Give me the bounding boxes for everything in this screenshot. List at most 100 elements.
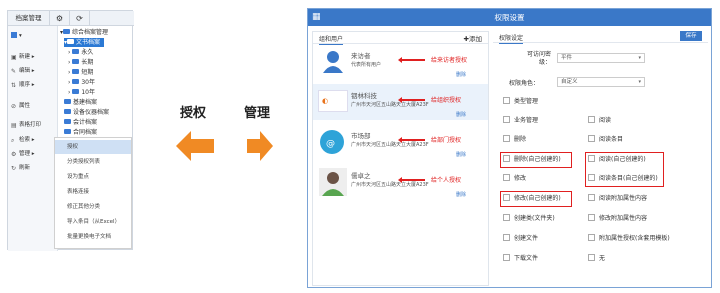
tree-node[interactable]: 设备仪器档案 [64,108,109,117]
checkbox-icon [503,135,510,142]
perm-checkbox[interactable]: 类型管理 [503,97,538,107]
tab-archive-management[interactable]: 档案管理 [8,11,50,26]
folder-icon [67,39,75,44]
manage-label: 管理 [19,151,31,157]
tree-node-label: 综合档案管理 [72,29,109,36]
perm-label: 下载文件 [514,255,539,262]
permission-settings-panel: 权限设定 保存 可访问密级： 平件 ▾ 权限角色： 自定义 ▾ 类型管理 业务管理 … [493,31,708,286]
menu-item-table-link[interactable]: 表格连接 [55,185,131,199]
add-button[interactable]: ✚添加 [464,33,482,43]
role-select[interactable]: 自定义 ▾ [557,77,645,87]
search-button[interactable]: ⌕ 检索 ▸ [11,135,57,146]
checkbox-icon [503,214,510,221]
perm-label: 阅读 [599,117,612,124]
checkbox-icon [588,135,595,142]
sort-button[interactable]: ⇅ 顺序 ▸ [11,80,57,91]
checkbox-icon [588,194,595,201]
manage-icon: ⚙ [11,151,17,158]
tree-node[interactable]: › 永久 [68,48,93,57]
perm-label: 创建文件 [514,235,539,242]
delete-link[interactable]: 删除 [456,151,466,158]
tree-node[interactable]: 合同档案 [64,128,97,137]
sync-icon[interactable]: ⟳ [70,11,90,26]
delete-link[interactable]: 删除 [456,111,466,118]
menu-item-batch-replace[interactable]: 批量更换电子文档 [55,230,131,244]
left-panel-tabs: 档案管理 ⚙ ⟳ [8,11,134,26]
perm-checkbox[interactable]: 创建文件 [503,234,538,244]
entry-desc: 广州市天河区五山路天立大厦A23F [351,142,429,148]
tree-node[interactable]: 会计档案 [64,118,97,127]
perm-checkbox[interactable]: 阅读附加属性内容 [588,194,647,204]
perm-checkbox[interactable]: 创建类(文件夹) [503,214,555,224]
print-button[interactable]: ▤ 表格打印 [11,120,57,131]
chevron-down-icon: ▾ [638,55,641,61]
perm-checkbox[interactable]: 下载文件 [503,254,538,264]
save-button[interactable]: 保存 [680,31,702,41]
new-button[interactable]: ▣ 新建 ▸ [11,52,57,63]
perm-checkbox[interactable]: 修改附加属性内容 [588,214,647,224]
list-item[interactable]: 儒卓之 广州市天河区五山路天立大厦A23F 删除 给个人授权 [313,164,488,200]
perm-checkbox[interactable]: 修改 [503,174,526,184]
tree-node[interactable]: › 短期 [68,68,93,77]
refresh-icon: ↻ [11,165,17,172]
perm-checkbox[interactable]: 删除 [503,135,526,145]
tree-node[interactable]: › 30年 [68,78,95,87]
edit-button[interactable]: ✎ 编辑 ▸ [11,66,57,77]
checkbox-icon [503,254,510,261]
perm-label: 业务管理 [514,117,539,124]
authorize-label: 授权 [180,106,207,121]
perm-checkbox[interactable]: 业务管理 [503,116,538,126]
tree-node-label: 合同档案 [73,129,98,136]
new-icon: ▣ [11,54,17,61]
permission-settings-header: 权限设定 保存 [493,31,708,44]
tab-groups-users[interactable]: 组和用户 [319,34,344,45]
list-item[interactable]: @ 市场部 广州市天河区五山路天立大厦A23F 删除 给部门授权 [313,124,488,160]
perm-checkbox[interactable]: 阅读 [588,116,611,126]
menu-item-authorize[interactable]: 授权 [55,140,131,154]
visibility-value: 平件 [561,55,573,61]
manage-button[interactable]: ⚙ 管理 ▸ [11,149,57,160]
tree-node[interactable]: 基建档案 [64,98,97,107]
list-item[interactable]: 来访者 代表所有用户 删除 给来访者授权 [313,46,488,80]
property-icon: ⊘ [11,103,17,110]
role-value: 自定义 [561,79,578,85]
print-icon: ▤ [11,122,17,129]
perm-label: 阅读附加属性内容 [599,195,648,202]
menu-item-fix-other[interactable]: 修正其他分类 [55,200,131,214]
org-logo: ◐ [318,90,348,112]
tree-node-label: 长期 [81,59,94,66]
perm-checkbox[interactable]: 阅读条目 [588,135,623,145]
view-mode-button[interactable]: ▾ [11,31,57,42]
tree-node[interactable]: › 10年 [68,88,95,97]
annotation-arrow [398,97,425,102]
perm-checkbox[interactable]: 无 [588,254,605,264]
annotation-arrow [398,57,425,62]
tree-node-selected[interactable]: ▾ 文书档案 [64,38,105,47]
tree-node[interactable]: › 长期 [68,58,93,67]
refresh-button[interactable]: ↻ 刷新 [11,163,57,174]
perm-checkbox[interactable]: 附加属性授权(含套用模板) [588,234,670,244]
search-label: 检索 [19,137,31,143]
perm-label: 删除 [514,136,527,143]
checkbox-icon [588,214,595,221]
checkbox-icon [588,234,595,241]
tab-permission-settings[interactable]: 权限设定 [499,33,524,44]
gear-icon[interactable]: ⚙ [50,11,70,26]
menu-item-set-key[interactable]: 设为重点 [55,170,131,184]
annotation-arrow [398,177,425,182]
list-item[interactable]: ◐ 铟林科技 广州市天河区五山路天立大厦A23F 删除 给组织授权 [313,84,488,120]
edit-icon: ✎ [11,68,17,75]
entry-name: 市场部 [351,132,371,140]
tree-node[interactable]: ▾ 综合档案管理 [60,28,108,37]
property-button[interactable]: ⊘ 属性 [11,101,57,112]
permission-dialog: ▦ 权限设置 组和用户 ✚添加 来访者 代表所有用户 删除 给来访者授权 ◐ 铟… [307,8,712,288]
folder-icon [63,29,71,34]
delete-link[interactable]: 删除 [456,71,466,78]
visibility-select[interactable]: 平件 ▾ [557,53,645,63]
menu-item-category-auth-list[interactable]: 分类授权列表 [55,155,131,169]
delete-link[interactable]: 删除 [456,191,466,198]
sort-icon: ⇅ [11,82,17,89]
tree-node-label: 会计档案 [73,119,98,126]
checkbox-icon [588,254,595,261]
menu-item-import-excel[interactable]: 导入条目（从Excel） [55,215,131,229]
